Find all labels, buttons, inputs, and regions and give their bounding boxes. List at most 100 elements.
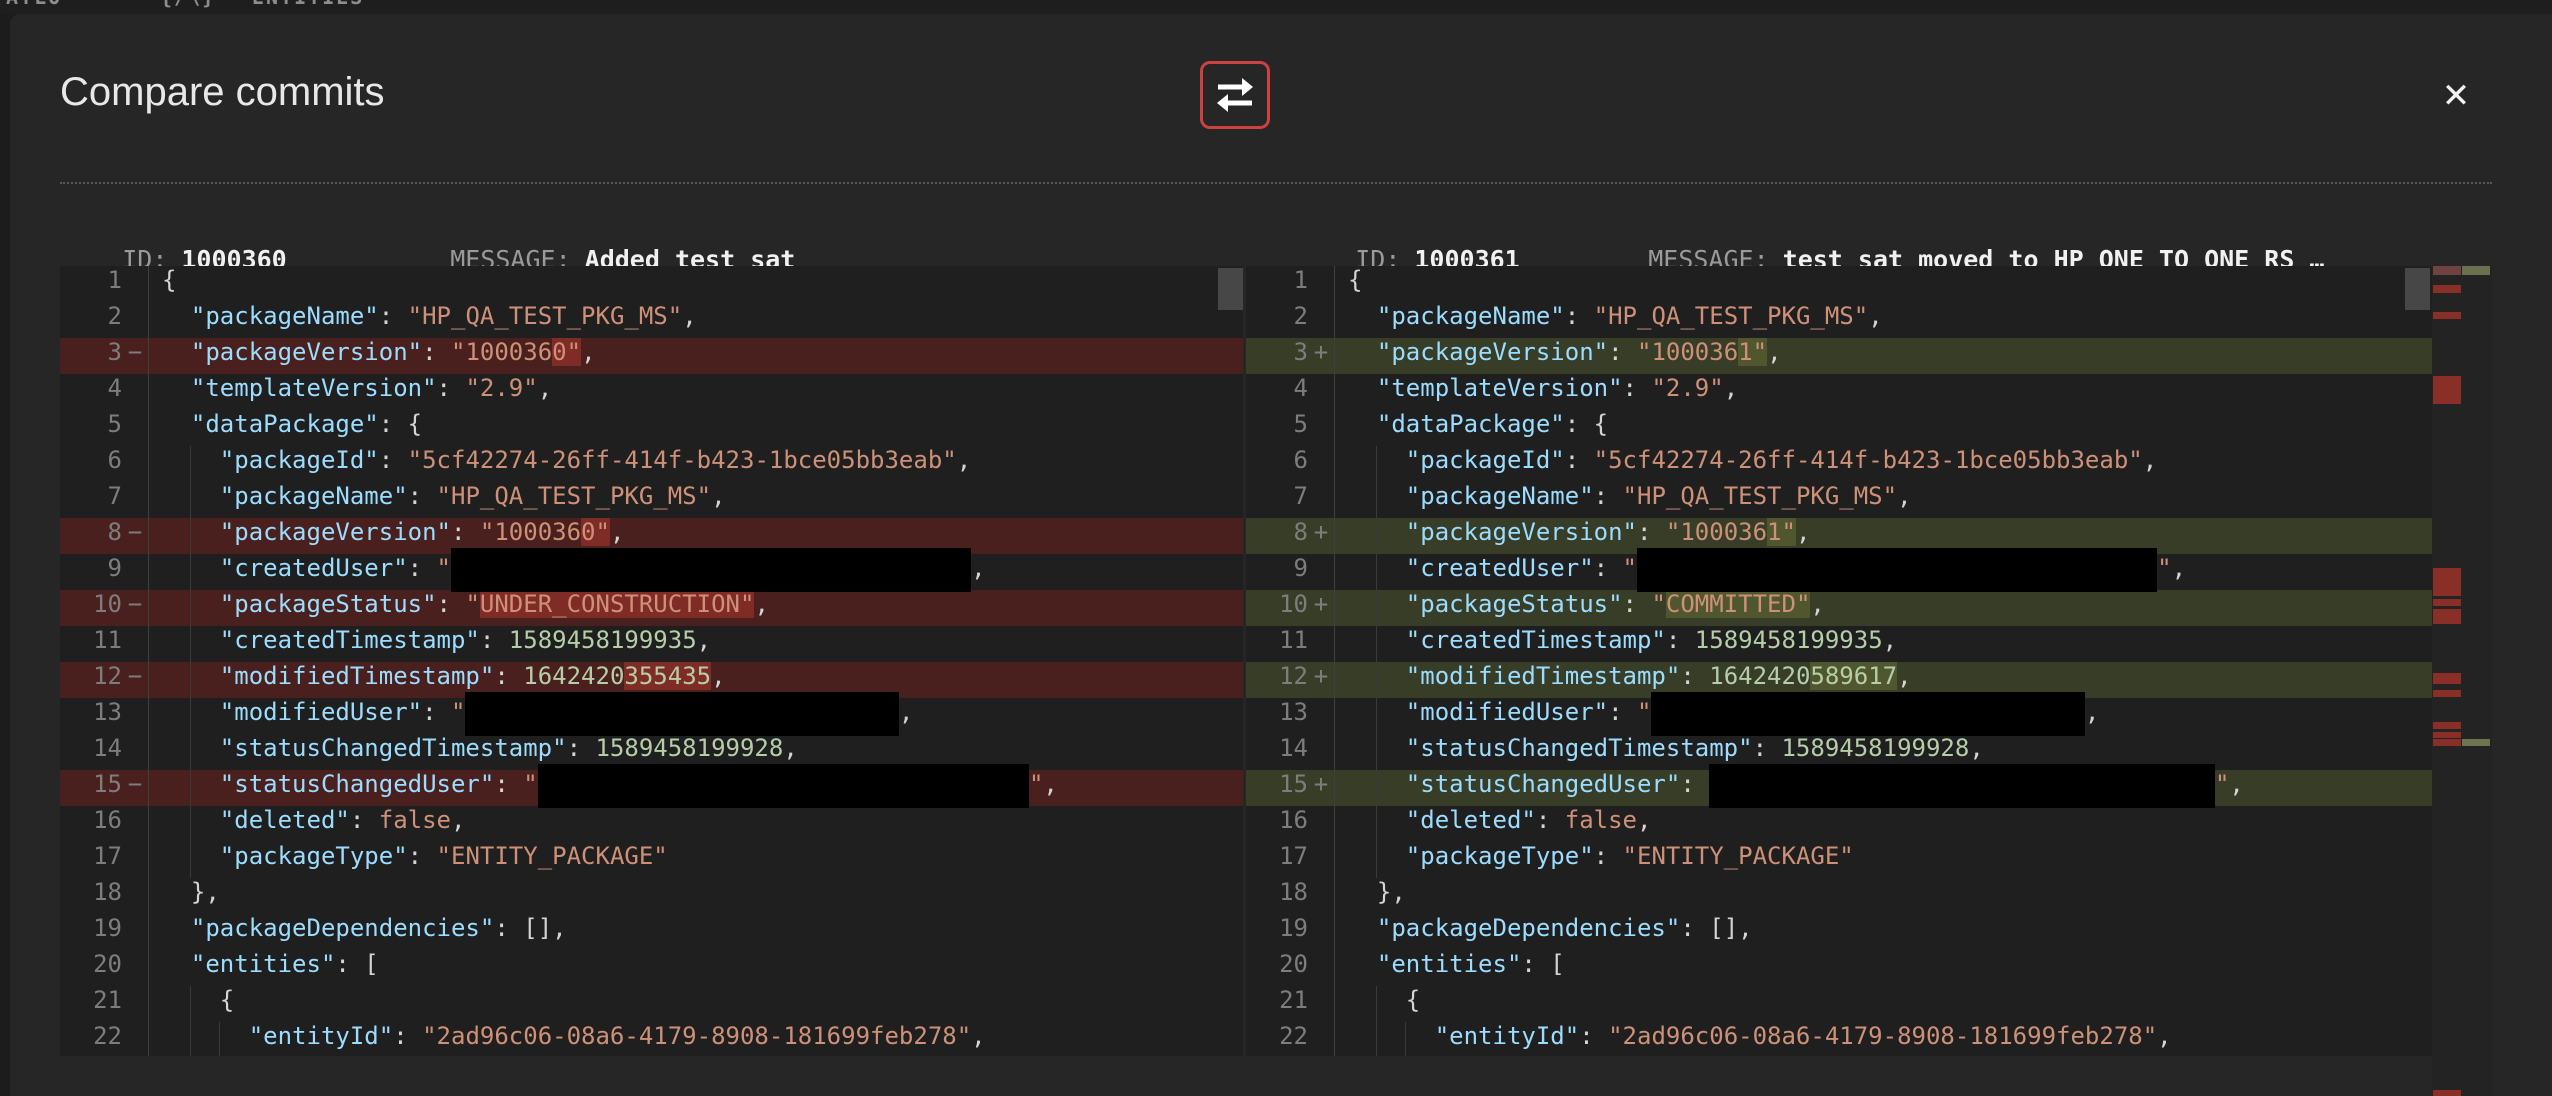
- diff-sign: −: [122, 662, 148, 698]
- line-gutter: 13: [60, 698, 149, 734]
- line-gutter: 11: [60, 626, 149, 662]
- json-punct: ,: [1043, 770, 1057, 798]
- json-punct: ,: [899, 698, 913, 726]
- line-gutter: 16: [1246, 806, 1335, 842]
- background-app-logo: ATLO: [6, 0, 62, 9]
- json-string: "HP_QA_TEST_PKG_MS": [1594, 302, 1869, 330]
- line-number: 8: [60, 518, 122, 554]
- line-number: 3: [1246, 338, 1308, 374]
- diff-sign: [1308, 482, 1334, 518]
- json-key: "packageVersion": [162, 338, 422, 366]
- line-gutter: 5: [1246, 410, 1335, 446]
- close-button[interactable]: ✕: [2432, 72, 2480, 120]
- left-editor-scrollbar-thumb[interactable]: [1218, 268, 1243, 310]
- diff-overview-ruler[interactable]: [2432, 266, 2492, 1096]
- swap-sides-button[interactable]: [1200, 61, 1270, 129]
- json-punct: : [],: [1680, 914, 1752, 942]
- code-line: 20 "entities": [: [60, 950, 1243, 986]
- json-string: 0": [581, 518, 610, 546]
- line-gutter: 18: [60, 878, 149, 914]
- json-punct: ,: [451, 806, 465, 834]
- json-key: "entityId": [162, 1022, 393, 1050]
- code-text: "modifiedUser": ",: [1335, 698, 2099, 734]
- line-gutter: 6: [60, 446, 149, 482]
- diff-editor-modified[interactable]: 1{2 "packageName": "HP_QA_TEST_PKG_MS",3…: [1246, 266, 2432, 1056]
- json-key: "dataPackage": [162, 410, 379, 438]
- diff-sign: [122, 626, 148, 662]
- diff-sign: [1308, 266, 1334, 302]
- json-punct: ,: [2157, 1022, 2171, 1050]
- line-number: 11: [60, 626, 122, 662]
- line-gutter: 13: [1246, 698, 1335, 734]
- json-key: "modifiedUser": [1348, 698, 1608, 726]
- json-string: ": [1623, 554, 1637, 582]
- json-key: "entityId": [1348, 1022, 1579, 1050]
- json-string: ": [1637, 698, 1651, 726]
- json-boolean: false: [379, 806, 451, 834]
- diff-sign: +: [1308, 662, 1334, 698]
- json-punct: ,: [783, 734, 797, 762]
- json-key: "packageName": [1348, 302, 1565, 330]
- line-gutter: 10+: [1246, 590, 1335, 626]
- diff-sign: [1308, 878, 1334, 914]
- json-punct: :: [1565, 446, 1594, 474]
- json-key: "packageId": [1348, 446, 1565, 474]
- swap-arrows-icon: [1211, 74, 1259, 116]
- json-key: "packageStatus": [162, 590, 437, 618]
- json-punct: {: [1348, 266, 1362, 294]
- json-punct: :: [1594, 554, 1623, 582]
- json-punct: {: [162, 266, 176, 294]
- line-number: 6: [1246, 446, 1308, 482]
- code-line: 19 "packageDependencies": [],: [1246, 914, 2432, 950]
- ruler-mark: [2433, 1090, 2461, 1096]
- code-text: "packageVersion": "1000361",: [1335, 338, 1782, 374]
- json-string: ": [437, 554, 451, 582]
- json-key: "entities": [162, 950, 335, 978]
- diff-sign: −: [122, 338, 148, 374]
- ruler-mark: [2433, 266, 2461, 275]
- json-key: "packageName": [162, 482, 408, 510]
- diff-sign: [1308, 446, 1334, 482]
- json-key: "packageVersion": [162, 518, 451, 546]
- modal-title: Compare commits: [60, 70, 385, 114]
- right-editor-scrollbar-thumb[interactable]: [2405, 268, 2430, 310]
- ruler-mark: [2433, 285, 2461, 293]
- line-number: 15: [60, 770, 122, 806]
- code-text: "createdUser": "",: [1335, 554, 2186, 590]
- line-number: 4: [1246, 374, 1308, 410]
- line-gutter: 14: [1246, 734, 1335, 770]
- diff-sign: [122, 698, 148, 734]
- code-text: "statusChangedUser": ",: [1335, 770, 2244, 806]
- line-gutter: 20: [60, 950, 149, 986]
- code-text: "packageName": "HP_QA_TEST_PKG_MS",: [149, 302, 697, 338]
- line-number: 5: [1246, 410, 1308, 446]
- line-number: 20: [60, 950, 122, 986]
- diff-sign: [1308, 986, 1334, 1022]
- json-key: "dataPackage": [1348, 410, 1565, 438]
- diff-sign: [122, 950, 148, 986]
- json-string: ": [2157, 554, 2171, 582]
- json-string: 1": [1738, 338, 1767, 366]
- line-number: 18: [60, 878, 122, 914]
- diff-sign: [122, 1022, 148, 1056]
- line-gutter: 2: [60, 302, 149, 338]
- line-gutter: 3−: [60, 338, 149, 374]
- json-string: "100036: [1666, 518, 1767, 546]
- line-number: 13: [60, 698, 122, 734]
- diff-sign: [122, 914, 148, 950]
- json-punct: ,: [697, 626, 711, 654]
- code-line: 15− "statusChangedUser": "",: [60, 770, 1243, 806]
- json-string: "2ad96c06-08a6-4179-8908-181699feb278": [1608, 1022, 2157, 1050]
- code-line: 3− "packageVersion": "1000360",: [60, 338, 1243, 374]
- code-line: 2 "packageName": "HP_QA_TEST_PKG_MS",: [1246, 302, 2432, 338]
- code-line: 20 "entities": [: [1246, 950, 2432, 986]
- json-string: "100036: [451, 338, 552, 366]
- json-string: ": [1651, 590, 1665, 618]
- code-line: 13 "modifiedUser": ",: [60, 698, 1243, 734]
- json-string: "HP_QA_TEST_PKG_MS": [1623, 482, 1898, 510]
- diff-editor-original[interactable]: 1{2 "packageName": "HP_QA_TEST_PKG_MS",3…: [60, 266, 1243, 1056]
- json-punct: :: [1666, 626, 1695, 654]
- code-line: 6 "packageId": "5cf42274-26ff-414f-b423-…: [1246, 446, 2432, 482]
- json-key: "statusChangedTimestamp": [1348, 734, 1753, 762]
- code-line: 2 "packageName": "HP_QA_TEST_PKG_MS",: [60, 302, 1243, 338]
